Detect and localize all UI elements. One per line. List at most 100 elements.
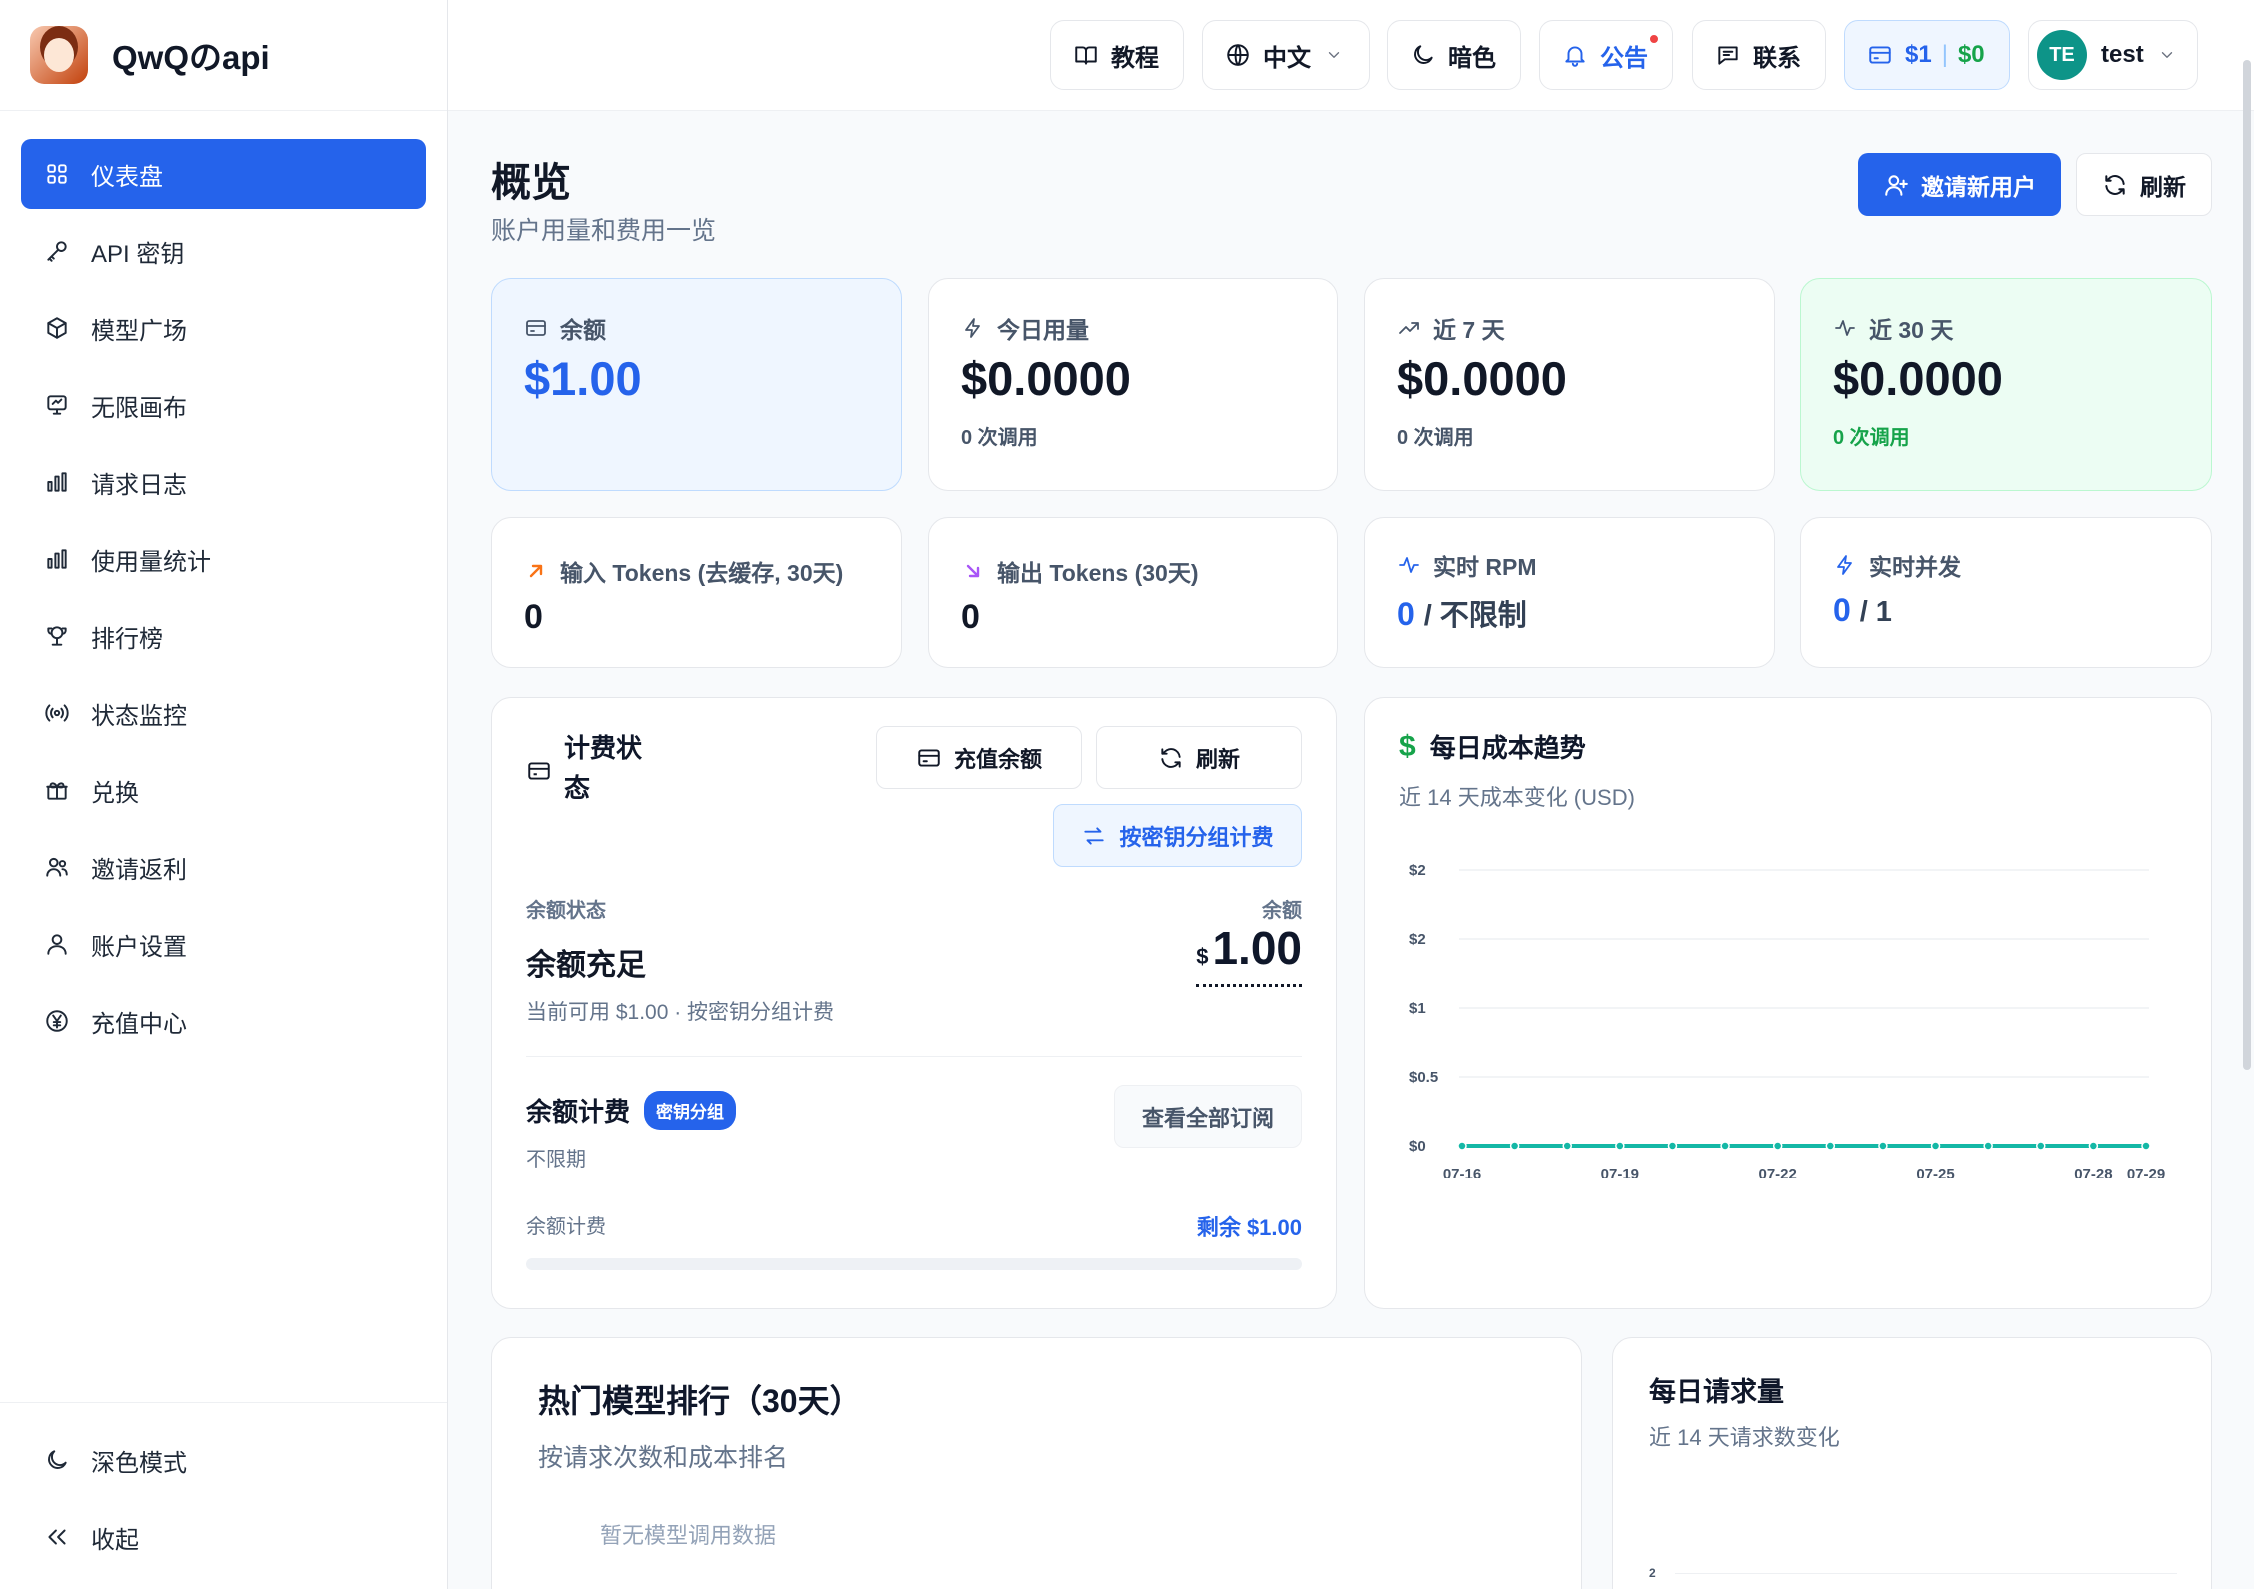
balance-status-value: 余额充足 — [526, 949, 646, 982]
zap-icon — [965, 318, 980, 338]
collapse-button[interactable]: 收起 — [21, 1502, 426, 1572]
sidebar-item-label: 兑换 — [91, 779, 139, 807]
y-tick-label: $2 — [1409, 931, 1426, 948]
dark-mode-label: 深色模式 — [91, 1449, 187, 1477]
data-point[interactable] — [2088, 1141, 2099, 1151]
language-select[interactable]: 中文 — [1202, 20, 1370, 90]
today-label-text: 今日用量 — [997, 317, 1089, 343]
logo-icon — [30, 26, 88, 84]
header-balance: $1 — [1905, 41, 1932, 68]
data-point[interactable] — [1772, 1141, 1783, 1151]
sidebar-item-model-plaza[interactable]: 模型广场 — [21, 293, 426, 363]
balance-button[interactable]: $1 | $0 — [1844, 20, 2010, 90]
recharge-balance-button[interactable]: 充值余额 — [876, 726, 1082, 789]
concurrency-label-text: 实时并发 — [1869, 554, 1961, 580]
sidebar-item-api-keys[interactable]: API 密钥 — [21, 216, 426, 286]
sidebar-item-referral[interactable]: 邀请返利 — [21, 832, 426, 902]
y-tick-label: $2 — [1409, 862, 1426, 879]
cost-trend-subtitle: 近 14 天成本变化 (USD) — [1399, 785, 1635, 810]
chevrons-left-icon — [43, 1523, 71, 1551]
data-point[interactable] — [1983, 1141, 1993, 1151]
data-point[interactable] — [1615, 1141, 1625, 1151]
rpm-current: 0 — [1397, 596, 1415, 632]
scrollbar[interactable] — [2243, 60, 2251, 1070]
plan-period: 不限期 — [526, 1149, 586, 1171]
data-point[interactable] — [1720, 1141, 1730, 1151]
rpm-card: 实时 RPM 0 / 不限制 — [1364, 517, 1775, 668]
contact-button[interactable]: 联系 — [1692, 20, 1826, 90]
billing-divider — [526, 1056, 1302, 1057]
chevron-down-icon — [2161, 52, 2172, 58]
data-point[interactable] — [1562, 1141, 1572, 1151]
sidebar-item-usage-stats[interactable]: 使用量统计 — [21, 524, 426, 594]
credit-card-icon — [918, 748, 940, 767]
x-tick-label: 07-16 — [1443, 1166, 1481, 1178]
plan-badge: 密钥分组 — [644, 1091, 737, 1130]
tutorial-button[interactable]: 教程 — [1050, 20, 1184, 90]
billing-title-line2: 态 — [564, 773, 591, 803]
week-calls: 0 次调用 — [1397, 427, 1474, 449]
notice-button[interactable]: 公告 — [1539, 20, 1673, 90]
today-usage-card: 今日用量 $0.0000 0 次调用 — [928, 278, 1338, 491]
brand[interactable]: QwQのapi — [0, 0, 447, 111]
balance-status-desc: 当前可用 $1.00 · 按密钥分组计费 — [526, 1001, 835, 1024]
billing-refresh-label: 刷新 — [1195, 746, 1240, 772]
group-billing-button[interactable]: 按密钥分组计费 — [1053, 804, 1302, 867]
week-value: $0.0000 — [1397, 352, 1567, 405]
page-title: 概览 — [491, 161, 571, 205]
sidebar-item-status[interactable]: 状态监控 — [21, 678, 426, 748]
username: test — [2101, 41, 2144, 68]
data-point[interactable] — [1667, 1141, 1678, 1151]
top-models-empty: 暂无模型调用数据 — [600, 1523, 777, 1548]
invite-user-button[interactable]: 邀请新用户 — [1858, 153, 2061, 216]
sidebar-item-redeem[interactable]: 兑换 — [21, 755, 426, 825]
arrow-down-right-icon — [966, 564, 980, 578]
data-point[interactable] — [2036, 1141, 2046, 1151]
sidebar-item-label: 排行榜 — [91, 625, 163, 653]
refresh-icon — [1161, 747, 1181, 768]
sidebar-item-label: API 密钥 — [91, 240, 185, 268]
top-header: 教程 中文 暗色 公告 联系 $1 | $0 TE test — [448, 0, 2254, 111]
output-tokens-label-text: 输出 Tokens (30天) — [997, 560, 1199, 586]
sidebar-item-label: 模型广场 — [91, 317, 187, 345]
canvas-icon — [43, 391, 71, 419]
y-tick-label: $0 — [1409, 1138, 1426, 1155]
globe-icon — [1227, 44, 1249, 66]
data-point[interactable] — [2141, 1141, 2151, 1151]
language-label: 中文 — [1263, 44, 1311, 72]
data-point[interactable] — [1878, 1141, 1888, 1151]
sidebar-item-dashboard[interactable]: 仪表盘 — [21, 139, 426, 209]
data-point[interactable] — [1457, 1141, 1467, 1151]
cost-trend-card: $ 每日成本趋势 近 14 天成本变化 (USD) $2 $2 $1 $0.5 $0 07… — [1364, 697, 2212, 1309]
header-usage: $0 — [1957, 41, 1985, 68]
sidebar-item-leaderboard[interactable]: 排行榜 — [21, 601, 426, 671]
credit-card-icon — [1869, 46, 1891, 64]
sidebar-item-recharge[interactable]: 充值中心 — [21, 986, 426, 1056]
y-tick-label: $1 — [1409, 1000, 1426, 1017]
daily-requests-subtitle: 近 14 天请求数变化 — [1649, 1425, 1840, 1450]
sidebar-item-request-logs[interactable]: 请求日志 — [21, 447, 426, 517]
recharge-balance-label: 充值余额 — [953, 746, 1042, 772]
output-tokens-value: 0 — [961, 598, 980, 636]
balance-card: 余额 $1.00 — [491, 278, 902, 491]
daily-requests-card: 每日请求量 近 14 天请求数变化 2 — [1612, 1337, 2212, 1589]
month-label-text: 近 30 天 — [1869, 317, 1954, 343]
sidebar-item-label: 状态监控 — [91, 702, 187, 730]
user-menu[interactable]: TE test — [2028, 20, 2198, 90]
data-point[interactable] — [1825, 1141, 1836, 1151]
sidebar-bottom: 深色模式 收起 — [0, 1402, 447, 1589]
sidebar-item-canvas[interactable]: 无限画布 — [21, 370, 426, 440]
theme-toggle[interactable]: 暗色 — [1387, 20, 1521, 90]
dark-mode-toggle[interactable]: 深色模式 — [21, 1425, 426, 1495]
billing-refresh-button[interactable]: 刷新 — [1096, 726, 1302, 789]
input-tokens-value: 0 — [524, 598, 543, 636]
billing-progress-bar — [526, 1258, 1302, 1270]
sidebar-item-label: 使用量统计 — [91, 548, 211, 576]
sidebar-item-account[interactable]: 账户设置 — [21, 909, 426, 979]
refresh-button[interactable]: 刷新 — [2076, 153, 2212, 216]
data-point[interactable] — [1509, 1141, 1520, 1151]
dollar-icon: $ — [1399, 729, 1416, 763]
view-all-subscriptions-button[interactable]: 查看全部订阅 — [1114, 1085, 1302, 1148]
data-point[interactable] — [1930, 1141, 1941, 1151]
x-tick-label: 07-19 — [1601, 1166, 1639, 1178]
